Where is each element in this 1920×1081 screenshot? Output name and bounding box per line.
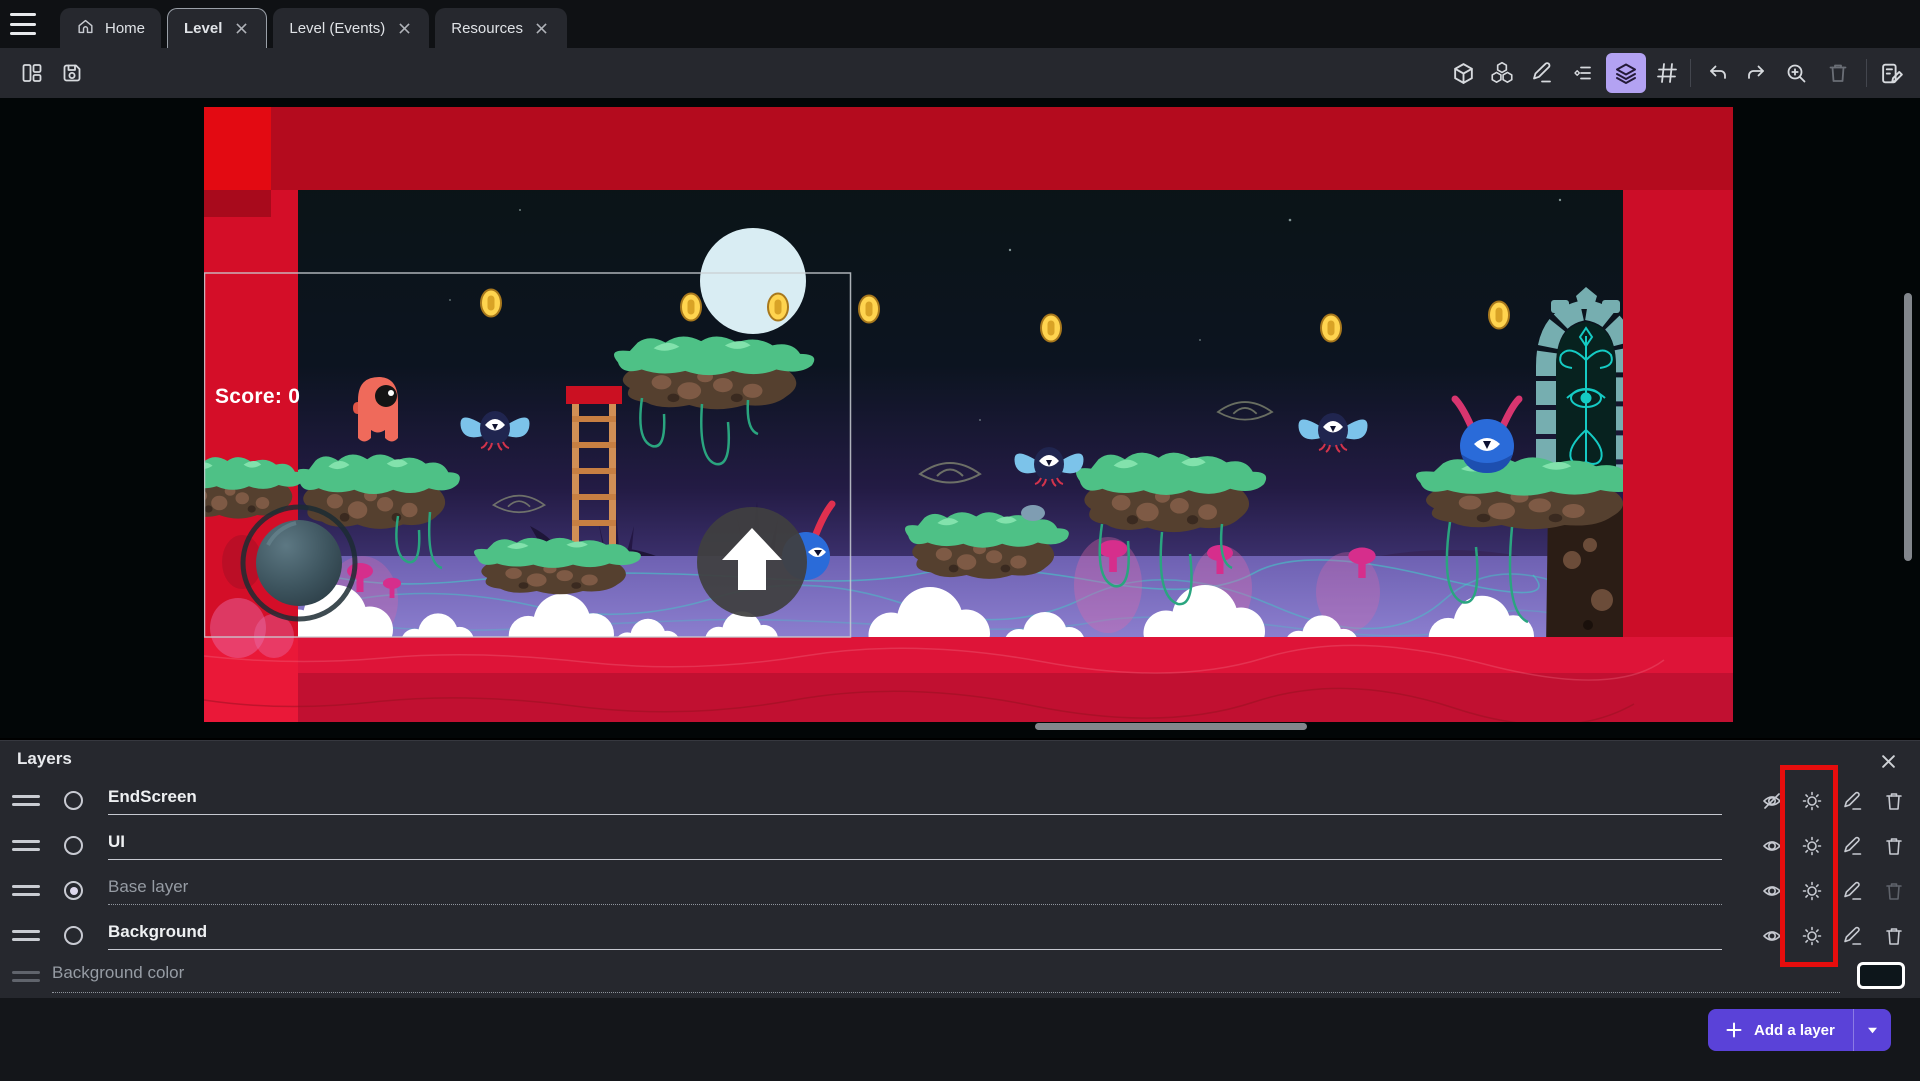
close-tab-icon[interactable] bbox=[533, 19, 551, 37]
tab-level-label: Level bbox=[184, 20, 222, 37]
edit-effects-icon[interactable] bbox=[1840, 878, 1866, 904]
layer-name-field[interactable]: EndScreen bbox=[108, 787, 1718, 807]
close-tab-icon[interactable] bbox=[232, 20, 250, 38]
add-layer-button[interactable]: Add a layer bbox=[1708, 1009, 1891, 1051]
lighting-sun-icon[interactable] bbox=[1799, 923, 1825, 949]
scene-properties-icon[interactable] bbox=[1872, 53, 1912, 93]
zoom-icon[interactable] bbox=[1776, 53, 1816, 93]
visibility-on-icon[interactable] bbox=[1759, 923, 1785, 949]
layer-radio-selected[interactable] bbox=[64, 881, 83, 900]
add-layer-label: Add a layer bbox=[1754, 1022, 1835, 1039]
drag-handle-icon[interactable] bbox=[12, 930, 40, 941]
pink-blob bbox=[254, 614, 294, 658]
scene-render bbox=[0, 98, 1920, 738]
tab-resources-label: Resources bbox=[451, 20, 523, 37]
layers-panel-title: Layers bbox=[17, 749, 72, 769]
objects-groups-icon[interactable] bbox=[1482, 53, 1522, 93]
delete-layer-icon[interactable] bbox=[1881, 833, 1907, 859]
background-color-swatch[interactable] bbox=[1857, 962, 1905, 989]
lighting-sun-icon[interactable] bbox=[1799, 878, 1825, 904]
background-color-row: Background color bbox=[0, 956, 1920, 1001]
save-icon[interactable] bbox=[52, 53, 92, 93]
edit-effects-icon[interactable] bbox=[1840, 788, 1866, 814]
delete-icon[interactable] bbox=[1818, 53, 1858, 93]
visibility-off-icon[interactable] bbox=[1759, 788, 1785, 814]
add-layer-options-caret[interactable] bbox=[1853, 1009, 1891, 1051]
jump-button[interactable] bbox=[697, 507, 807, 617]
layer-radio[interactable] bbox=[64, 926, 83, 945]
edit-effects-icon[interactable] bbox=[1840, 923, 1866, 949]
delete-layer-icon[interactable] bbox=[1881, 923, 1907, 949]
layer-radio[interactable] bbox=[64, 791, 83, 810]
scene-canvas[interactable]: Score: 0 2463;200 bbox=[0, 98, 1920, 738]
layer-radio[interactable] bbox=[64, 836, 83, 855]
layer-name-field[interactable]: Background bbox=[108, 922, 1718, 942]
tab-bar: Home Level Level (Events) Resources bbox=[0, 0, 1920, 48]
horizontal-scrollbar[interactable] bbox=[1035, 723, 1307, 730]
lighting-sun-icon[interactable] bbox=[1799, 788, 1825, 814]
editor-toolbar: Preview Publish bbox=[0, 48, 1920, 98]
score-text-object[interactable]: Score: 0 bbox=[215, 385, 300, 409]
layer-row: UI bbox=[0, 823, 1920, 868]
close-tab-icon[interactable] bbox=[395, 19, 413, 37]
edit-pencil-icon[interactable] bbox=[1522, 53, 1562, 93]
visibility-on-icon[interactable] bbox=[1759, 833, 1785, 859]
visibility-on-icon[interactable] bbox=[1759, 878, 1785, 904]
add-layer-button-main[interactable]: Add a layer bbox=[1708, 1009, 1853, 1051]
undo-icon[interactable] bbox=[1698, 53, 1738, 93]
drag-handle-icon bbox=[12, 971, 40, 982]
hamburger-menu-icon[interactable] bbox=[10, 11, 42, 37]
panels-layout-icon[interactable] bbox=[12, 53, 52, 93]
close-panel-icon[interactable] bbox=[1876, 749, 1900, 773]
home-icon bbox=[76, 17, 95, 40]
chevron-down-icon bbox=[1866, 1026, 1879, 1035]
layer-row: Base layer bbox=[0, 868, 1920, 913]
lighting-sun-icon[interactable] bbox=[1799, 833, 1825, 859]
panel-footer: Add a layer bbox=[0, 998, 1920, 1081]
joystick-control[interactable] bbox=[243, 507, 355, 619]
drag-handle-icon[interactable] bbox=[12, 885, 40, 896]
layer-name-field[interactable]: Base layer bbox=[108, 877, 1718, 897]
moon[interactable] bbox=[700, 228, 806, 334]
add-object-icon[interactable] bbox=[1443, 53, 1483, 93]
tab-home-label: Home bbox=[105, 20, 145, 37]
layers-panel-icon[interactable] bbox=[1606, 53, 1646, 93]
tab-level-events[interactable]: Level (Events) bbox=[273, 8, 429, 48]
delete-layer-icon[interactable] bbox=[1881, 788, 1907, 814]
vertical-scrollbar[interactable] bbox=[1904, 293, 1912, 561]
drag-handle-icon[interactable] bbox=[12, 795, 40, 806]
layers-panel: Layers EndScreen UI bbox=[0, 740, 1920, 1080]
grid-icon[interactable] bbox=[1647, 53, 1687, 93]
instances-list-icon[interactable] bbox=[1562, 53, 1602, 93]
tab-level[interactable]: Level bbox=[167, 8, 267, 48]
redo-icon[interactable] bbox=[1736, 53, 1776, 93]
plus-icon bbox=[1726, 1022, 1742, 1038]
layer-row: Background bbox=[0, 913, 1920, 958]
delete-layer-icon-disabled bbox=[1881, 878, 1907, 904]
layer-name-field[interactable]: UI bbox=[108, 832, 1718, 852]
tab-level-events-label: Level (Events) bbox=[289, 20, 385, 37]
edit-effects-icon[interactable] bbox=[1840, 833, 1866, 859]
drag-handle-icon[interactable] bbox=[12, 840, 40, 851]
tab-resources[interactable]: Resources bbox=[435, 8, 567, 48]
tab-home[interactable]: Home bbox=[60, 8, 161, 48]
layer-row: EndScreen bbox=[0, 778, 1920, 823]
background-color-label: Background color bbox=[52, 963, 1662, 983]
